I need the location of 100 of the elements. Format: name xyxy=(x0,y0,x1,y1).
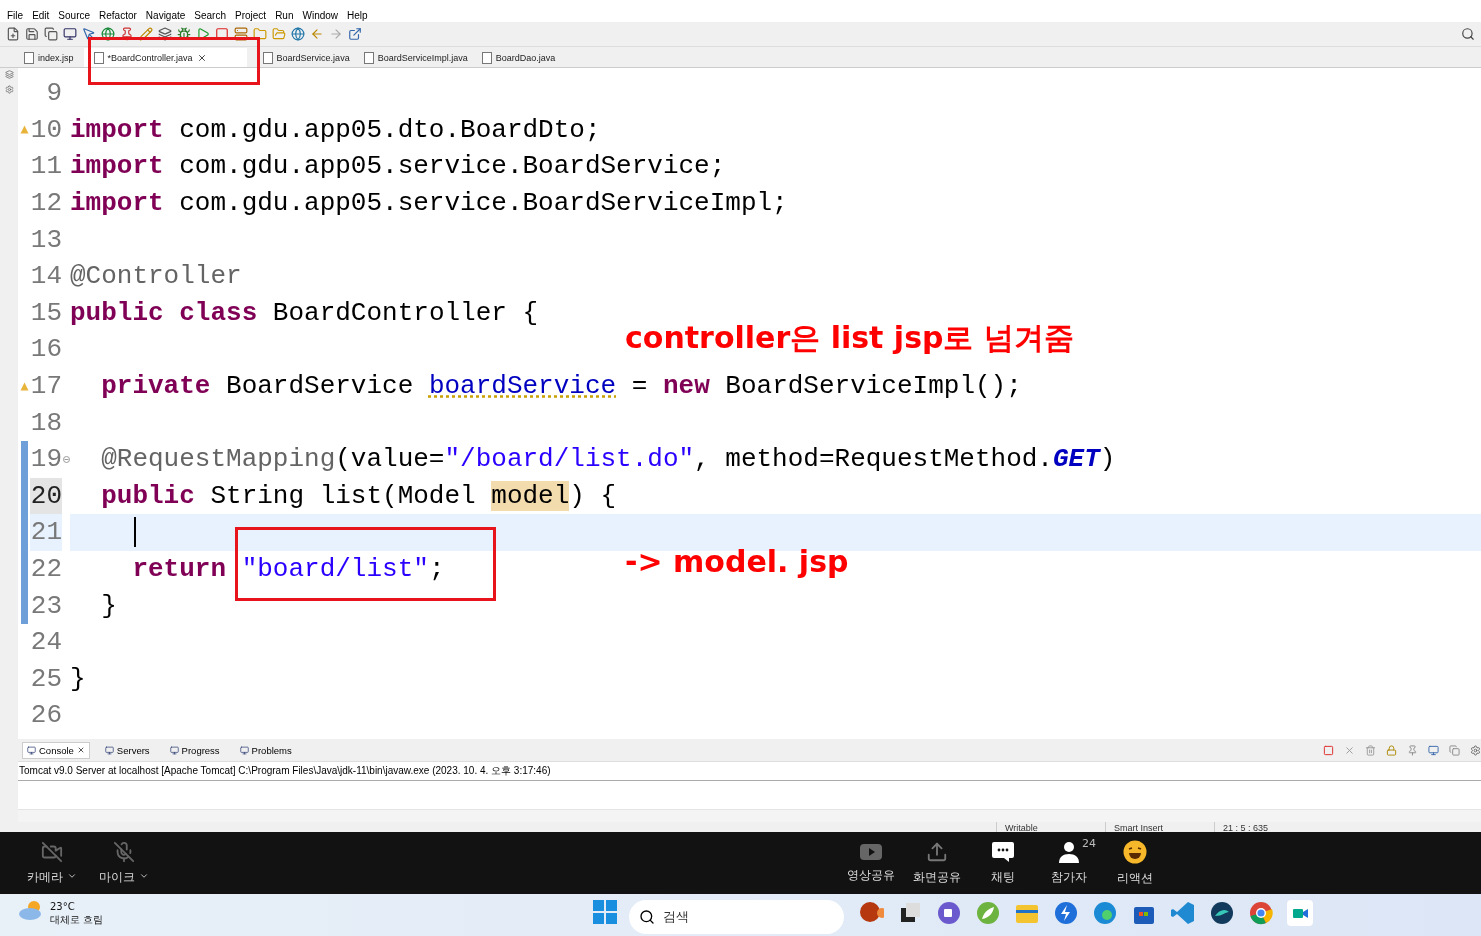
new-file-icon[interactable] xyxy=(6,27,20,41)
clear-icon[interactable] xyxy=(1365,744,1376,756)
meeting-button[interactable]: 카메라 xyxy=(16,840,88,886)
code-line: import com.gdu.app05.service.BoardService; xyxy=(70,151,726,182)
file-icon xyxy=(24,51,34,64)
close-icon[interactable] xyxy=(76,746,85,754)
code-line: return "board/list"; xyxy=(131,554,445,584)
menu-item[interactable]: Window xyxy=(299,9,345,21)
lightning-icon[interactable] xyxy=(1053,900,1079,926)
leaf-icon[interactable] xyxy=(975,900,1001,926)
line-number: 15 xyxy=(30,296,62,330)
save-icon[interactable] xyxy=(25,27,39,41)
monitor-icon[interactable] xyxy=(63,27,77,41)
code-line: } xyxy=(70,663,86,694)
menu-item[interactable]: Refactor xyxy=(96,9,143,21)
line-number: 12 xyxy=(30,187,62,221)
chrome-like-icon[interactable] xyxy=(1248,900,1274,926)
person-icon xyxy=(1058,840,1080,863)
line-number: 10 xyxy=(30,113,62,147)
whale-icon[interactable] xyxy=(1209,900,1235,926)
external-link-icon[interactable] xyxy=(348,27,362,41)
editor-tab[interactable]: BoardServiceImpl.java xyxy=(359,48,478,67)
line-number: 13 xyxy=(30,223,62,257)
meeting-button[interactable]: 화면공유 xyxy=(904,840,970,886)
panel-tab[interactable]: Console xyxy=(22,741,90,759)
line-number: 24 xyxy=(30,626,62,660)
editor-tab[interactable]: *BoardController.java xyxy=(83,48,247,67)
code-line: public class BoardController { xyxy=(70,297,539,328)
browser-wave-icon[interactable] xyxy=(1092,900,1118,926)
line-number: 23 xyxy=(30,589,62,623)
line-number: 20 xyxy=(30,477,62,515)
annotation-note: -> model. jsp xyxy=(625,544,849,579)
outline-icon[interactable] xyxy=(4,85,14,94)
menu-item[interactable]: Project xyxy=(232,9,273,21)
monitor-icon xyxy=(239,745,249,755)
close-icon[interactable] xyxy=(196,52,207,63)
code-editor-icon[interactable] xyxy=(1170,900,1196,926)
pointer-icon[interactable] xyxy=(82,27,96,41)
menu-item[interactable]: File xyxy=(4,9,30,21)
restore-icon[interactable] xyxy=(4,70,14,79)
search-field[interactable]: 검색 xyxy=(629,900,844,934)
new-console-icon[interactable] xyxy=(1449,744,1460,756)
menu-item[interactable]: Run xyxy=(272,9,300,21)
folder-icon[interactable] xyxy=(253,27,267,41)
meeting-button[interactable]: 24 참가자 xyxy=(1036,840,1102,886)
menu-item[interactable]: Help xyxy=(344,9,374,21)
monitor-icon xyxy=(27,745,36,755)
play-screen-icon xyxy=(859,842,883,861)
meeting-button[interactable]: 채팅 xyxy=(970,840,1036,886)
menu-item[interactable]: Search xyxy=(191,9,232,21)
screen-share-icon xyxy=(926,840,948,863)
search-icon[interactable] xyxy=(1461,27,1475,41)
line-number: 21 xyxy=(30,514,62,551)
panel-tab[interactable]: Servers xyxy=(99,741,155,759)
display-console-icon[interactable] xyxy=(1428,744,1439,756)
file-icon xyxy=(481,51,492,64)
code-line: public String list(Model model) { xyxy=(100,480,617,511)
menu-item[interactable]: Edit xyxy=(29,9,56,21)
line-number: 19 xyxy=(30,443,62,477)
line-number: 16 xyxy=(30,333,62,367)
line-number: 18 xyxy=(30,406,62,440)
editor-tab[interactable]: BoardService.java xyxy=(258,48,360,67)
meeting-button[interactable]: 리액션 xyxy=(1102,839,1168,887)
horizontal-scrollbar[interactable] xyxy=(18,809,1481,822)
stop-icon[interactable] xyxy=(1323,744,1334,756)
video-chat-icon[interactable] xyxy=(936,900,962,926)
back-icon[interactable] xyxy=(310,27,324,41)
editor-tab[interactable]: BoardDao.java xyxy=(477,48,566,67)
annotation-note: controller은 list jsp로 넘겨줌 xyxy=(625,319,1074,357)
windows-logo-icon[interactable] xyxy=(593,900,617,924)
open-folder-icon[interactable] xyxy=(272,27,286,41)
monitor-icon xyxy=(104,745,114,755)
editor-tab[interactable]: index.jsp xyxy=(20,48,84,67)
line-number: 22 xyxy=(30,553,62,586)
text-cursor xyxy=(134,517,136,548)
save-all-icon[interactable] xyxy=(44,27,58,41)
line-number: 9 xyxy=(45,77,62,111)
code-line: @RequestMapping(value="/board/list.do", method=RequestMethod.GET) xyxy=(100,444,1116,475)
mic-off-icon xyxy=(113,840,135,863)
remove-icon[interactable] xyxy=(1344,744,1355,756)
monitor-icon xyxy=(169,745,179,755)
line-number: 17 xyxy=(30,370,62,404)
file-icon xyxy=(262,51,273,64)
menu-item[interactable]: Source xyxy=(55,9,97,21)
weather-text: 대체로 흐림 xyxy=(50,913,104,926)
scroll-lock-icon[interactable] xyxy=(1386,744,1397,756)
line-number: 14 xyxy=(30,260,62,294)
panel-tab[interactable]: Problems xyxy=(234,741,297,759)
video-camera-icon[interactable] xyxy=(1287,900,1313,926)
settings-icon[interactable] xyxy=(1470,744,1481,756)
pin-icon[interactable] xyxy=(1407,744,1418,756)
globe-icon[interactable] xyxy=(291,27,305,41)
line-number: 11 xyxy=(30,150,62,184)
fold-icon[interactable] xyxy=(62,455,70,463)
meeting-button[interactable]: 마이크 xyxy=(88,840,160,886)
search-icon xyxy=(639,909,655,925)
menu-item[interactable]: Navigate xyxy=(142,9,192,21)
laughing-face-icon xyxy=(1123,839,1147,864)
panel-tab[interactable]: Progress xyxy=(164,741,225,759)
meeting-button[interactable]: 영상공유 xyxy=(838,842,904,884)
